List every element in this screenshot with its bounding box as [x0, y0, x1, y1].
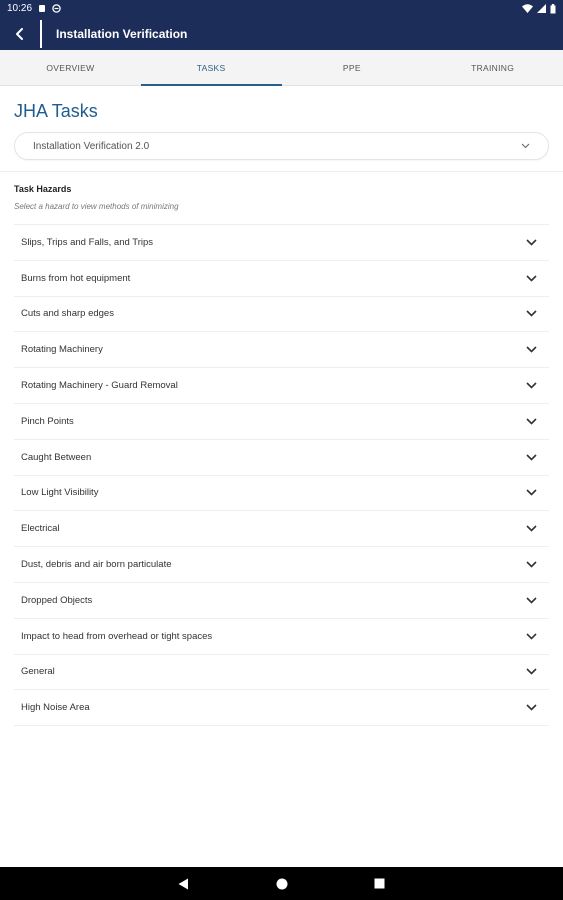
hazard-row[interactable]: Electrical [14, 511, 549, 548]
chevron-down-icon [521, 143, 530, 149]
chevron-down-icon [526, 275, 542, 282]
hazard-row[interactable]: Burns from hot equipment [14, 261, 549, 297]
nav-back-icon[interactable] [174, 874, 194, 894]
tab-bar: OVERVIEW TASKS PPE TRAINING [0, 50, 563, 86]
hazard-row[interactable]: Dust, debris and air born particulate [14, 547, 549, 583]
tab-training[interactable]: TRAINING [422, 50, 563, 85]
hazard-row[interactable]: Rotating Machinery [14, 332, 549, 369]
hazard-label: Slips, Trips and Falls, and Trips [21, 236, 153, 248]
chevron-down-icon [526, 668, 542, 676]
app-bar-divider [40, 19, 42, 48]
tab-ppe[interactable]: PPE [282, 50, 423, 85]
chevron-down-icon [526, 310, 542, 318]
hazard-row[interactable]: Impact to head from overhead or tight sp… [14, 619, 549, 655]
status-bar: 10:26 [0, 0, 563, 17]
page-title: JHA Tasks [14, 101, 98, 121]
hazard-row[interactable]: Rotating Machinery - Guard Removal [14, 368, 549, 404]
hazard-row[interactable]: General [14, 655, 549, 691]
chevron-down-icon [526, 239, 542, 246]
hazard-label: Cuts and sharp edges [21, 308, 114, 320]
nav-home-icon[interactable] [272, 874, 292, 894]
hazard-row[interactable]: Dropped Objects [14, 583, 549, 619]
chevron-down-icon [526, 346, 542, 353]
sync-icon [52, 4, 61, 13]
hazard-row[interactable]: Caught Between [14, 440, 549, 476]
hazard-label: Dropped Objects [21, 594, 93, 606]
hazard-label: High Noise Area [21, 702, 90, 714]
chevron-down-icon [526, 633, 542, 640]
battery-icon [550, 3, 556, 14]
hazards-section-subtitle: Select a hazard to view methods of minim… [14, 202, 179, 211]
app-bar: Installation Verification [0, 17, 563, 50]
hazard-row[interactable]: Cuts and sharp edges [14, 297, 549, 333]
divider [0, 171, 563, 172]
page-header-title: Installation Verification [56, 26, 188, 41]
hazard-label: Electrical [21, 523, 60, 535]
tab-tasks[interactable]: TASKS [140, 50, 282, 86]
chevron-down-icon [526, 561, 542, 568]
nav-recents-icon[interactable] [370, 874, 390, 894]
chevron-down-icon [526, 382, 542, 389]
back-icon [15, 27, 25, 40]
hazard-row[interactable]: High Noise Area [14, 690, 549, 727]
chevron-down-icon [526, 418, 542, 425]
hazard-label: Rotating Machinery [21, 344, 103, 356]
main-content: JHA Tasks Installation Verification 2.0 … [0, 87, 563, 867]
system-nav-bar [0, 867, 563, 900]
hazard-label: Impact to head from overhead or tight sp… [21, 630, 213, 642]
hazards-section-title: Task Hazards [14, 184, 72, 194]
chevron-down-icon [526, 525, 542, 532]
tab-overview[interactable]: OVERVIEW [0, 50, 141, 85]
status-time: 10:26 [7, 3, 33, 14]
hazard-label: Pinch Points [21, 415, 74, 427]
signal-icon [537, 4, 546, 13]
wifi-icon [522, 4, 533, 13]
chevron-down-icon [526, 454, 542, 461]
hazard-list: Slips, Trips and Falls, and Trips Burns … [14, 224, 549, 727]
hazard-label: Low Light Visibility [21, 487, 99, 499]
chevron-down-icon [526, 489, 542, 497]
hazard-label: Caught Between [21, 451, 92, 463]
chevron-down-icon [526, 597, 542, 604]
hazard-label: General [21, 666, 55, 678]
chevron-down-icon [526, 704, 542, 711]
hazard-row[interactable]: Slips, Trips and Falls, and Trips [14, 225, 549, 261]
hazard-label: Rotating Machinery - Guard Removal [21, 380, 178, 392]
task-select-value: Installation Verification 2.0 [33, 140, 150, 152]
task-select[interactable]: Installation Verification 2.0 [14, 132, 549, 160]
hazard-row[interactable]: Pinch Points [14, 404, 549, 440]
back-button[interactable] [0, 17, 40, 50]
hazard-label: Dust, debris and air born particulate [21, 559, 172, 571]
notification-icon [38, 4, 46, 13]
hazard-row[interactable]: Low Light Visibility [14, 476, 549, 512]
hazard-label: Burns from hot equipment [21, 272, 131, 284]
